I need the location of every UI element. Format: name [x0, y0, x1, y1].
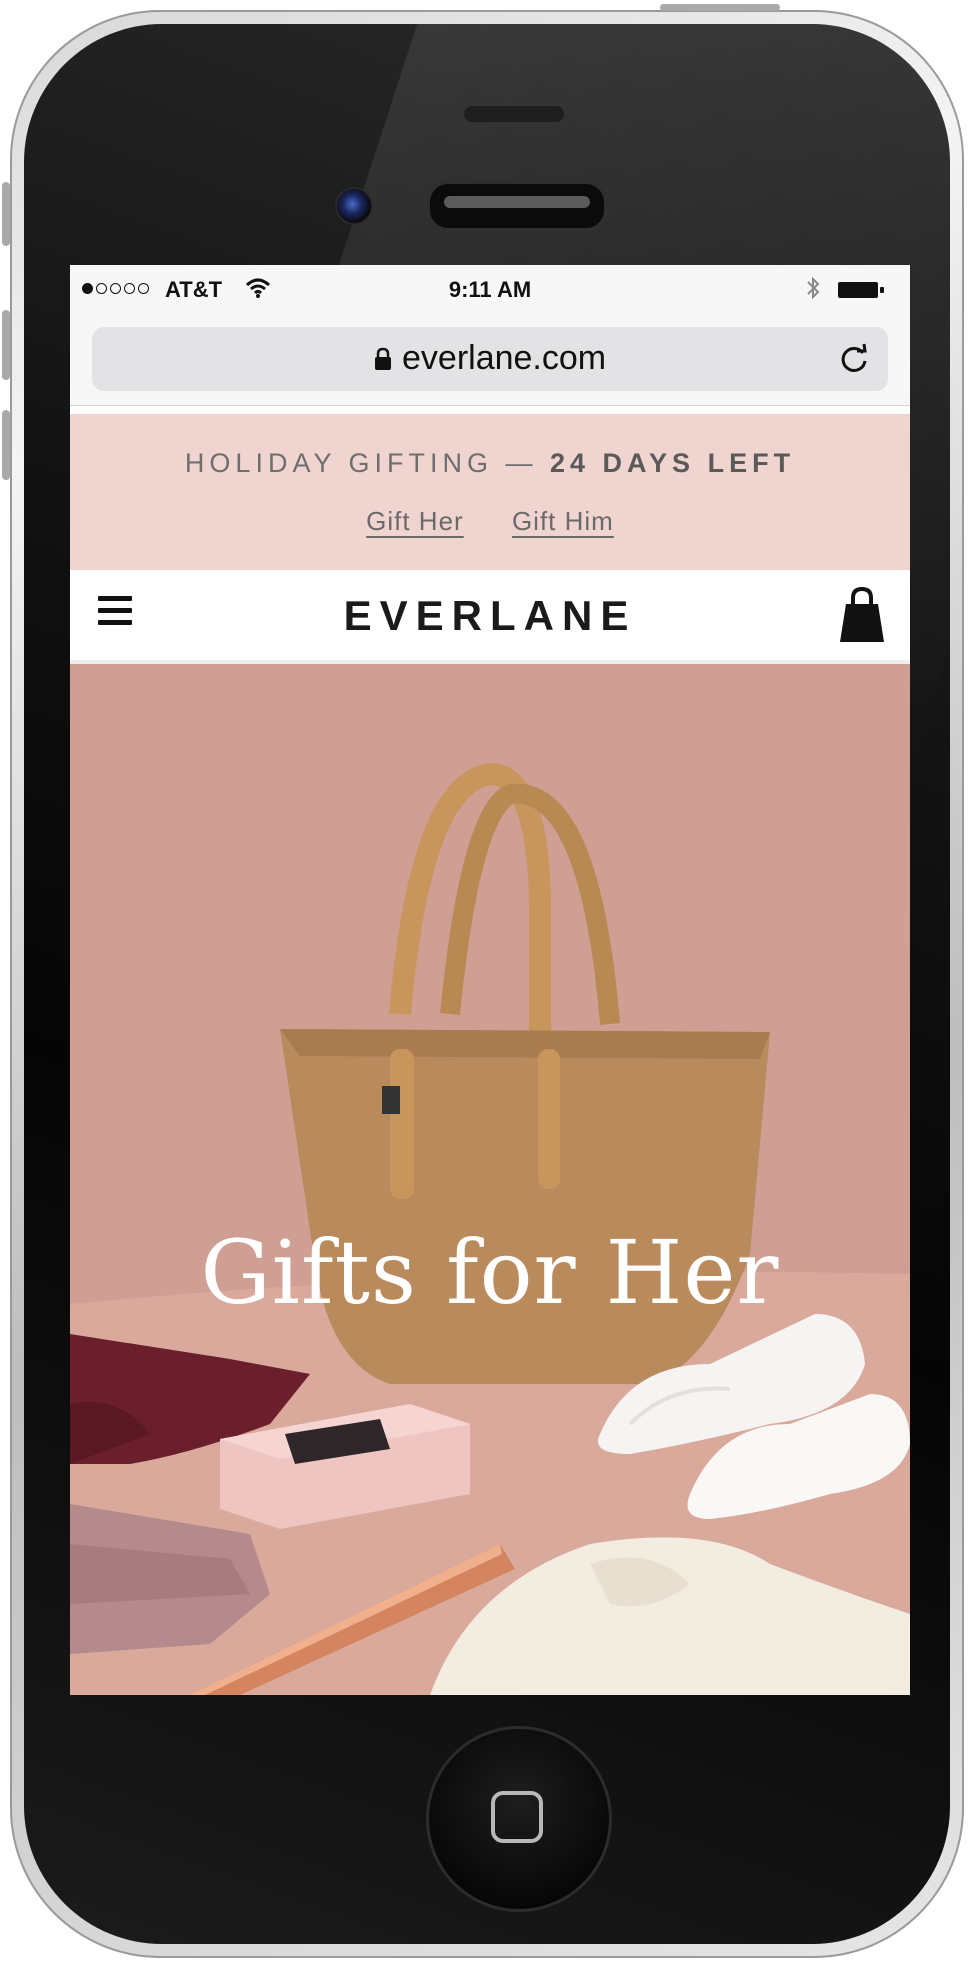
hero-title: Gifts for Her [200, 1221, 780, 1324]
shopping-bag-icon[interactable] [838, 586, 886, 644]
promo-countdown: 24 DAYS LEFT [550, 448, 796, 478]
earpiece-speaker [426, 180, 608, 232]
reload-icon[interactable] [836, 341, 872, 377]
status-bar: AT&T 9:11 AM [70, 265, 910, 315]
hero-banner[interactable]: Gifts for Her [70, 664, 910, 1695]
phone-screen: AT&T 9:11 AM everlane.com HOLIDAY GIFTIN… [70, 265, 910, 1695]
power-button [660, 4, 780, 11]
battery-icon [838, 282, 886, 298]
proximity-sensor [464, 106, 564, 122]
address-bar[interactable]: everlane.com [92, 327, 888, 391]
status-time: 9:11 AM [448, 277, 532, 302]
lock-icon [375, 347, 391, 370]
home-button[interactable] [426, 1726, 612, 1912]
gift-him-link[interactable]: Gift Him [512, 506, 614, 536]
front-camera-icon [335, 187, 373, 225]
url-text: everlane.com [402, 339, 607, 377]
gift-her-link[interactable]: Gift Her [366, 506, 464, 536]
volume-down-button [2, 410, 10, 480]
hero-product-photo [70, 664, 910, 1695]
site-header: EVERLANE [70, 570, 910, 664]
site-logo[interactable]: EVERLANE [70, 592, 910, 640]
promo-text: HOLIDAY GIFTING [184, 448, 493, 478]
volume-up-button [2, 310, 10, 380]
bluetooth-icon [807, 276, 820, 300]
home-square-icon [491, 1791, 543, 1843]
promo-headline: HOLIDAY GIFTING — 24 DAYS LEFT [70, 448, 910, 479]
holiday-promo-banner: HOLIDAY GIFTING — 24 DAYS LEFT Gift Her … [70, 414, 910, 570]
promo-dash: — [505, 448, 538, 478]
mute-switch [2, 182, 10, 246]
browser-toolbar: everlane.com [70, 315, 910, 406]
promo-links: Gift Her Gift Him [70, 506, 910, 537]
